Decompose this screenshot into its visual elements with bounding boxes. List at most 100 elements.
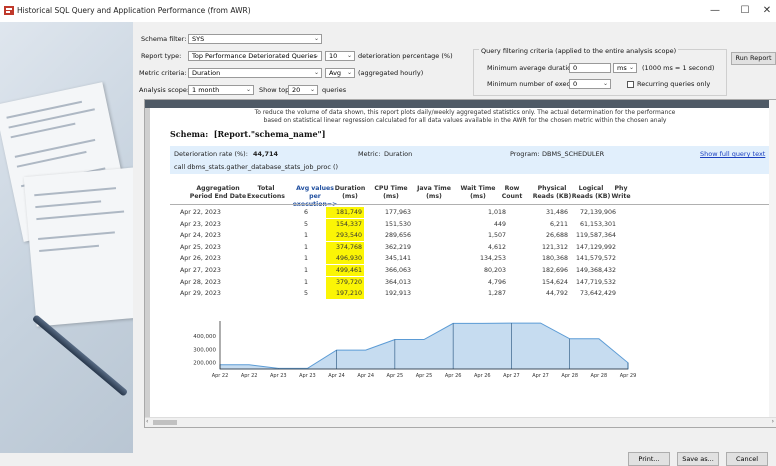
scroll-right-icon[interactable]: › <box>772 418 774 425</box>
scroll-left-icon[interactable]: ‹ <box>146 418 148 425</box>
analysis-scope-combo[interactable]: 1 month ⌄ <box>188 85 254 95</box>
report-page: To reduce the volume of data shown, this… <box>150 108 775 418</box>
column-header: CPU Time (ms) <box>374 185 408 200</box>
min-duration-input[interactable]: 0 <box>569 63 611 73</box>
value-cell: 26,688 <box>545 232 568 240</box>
value-cell: 6,211 <box>549 220 568 228</box>
date-cell: Apr 26, 2023 <box>180 255 221 263</box>
value-cell: 154,624 <box>541 278 568 286</box>
min-executions-stepper[interactable]: 0 ⌄ <box>569 79 611 89</box>
duration-area <box>219 322 629 370</box>
x-tick-label: Apr 25 <box>416 373 433 379</box>
program-label: Program: <box>510 150 540 158</box>
duration-unit-combo[interactable]: ms ⌄ <box>613 63 637 73</box>
cancel-button[interactable]: Cancel <box>726 452 768 466</box>
minimize-button[interactable]: — <box>700 0 730 22</box>
date-cell: Apr 27, 2023 <box>180 267 221 274</box>
report-type-label: Report type: <box>141 52 182 60</box>
schema-filter-label: Schema filter: <box>141 35 187 43</box>
value-cell: 121,312 <box>541 243 568 251</box>
report-viewer: To reduce the volume of data shown, this… <box>144 99 776 428</box>
table-row: Apr 25, 2023 1 374,768 362,219 4,612 121,312 1… <box>170 241 775 253</box>
y-tick-label: 300,000 <box>193 347 216 353</box>
rate-value: 44,714 <box>253 150 279 158</box>
table-row: Apr 22, 2023 6 181,749 177,963 1,018 31,486 72… <box>170 207 775 218</box>
chevron-down-icon: ⌄ <box>313 69 319 76</box>
save-as-button[interactable]: Save as... <box>677 452 719 466</box>
report-note: To reduce the volume of data shown, this… <box>160 109 770 125</box>
recurring-checkbox[interactable] <box>627 81 634 88</box>
table-row: Apr 23, 2023 5 154,337 151,530 449 6,211 61,15… <box>170 218 775 230</box>
value-cell: 6 <box>303 209 308 216</box>
x-tick-label: Apr 27 <box>532 373 549 379</box>
horizontal-scrollbar[interactable]: ‹ › <box>145 417 776 427</box>
query-filter-legend: Query filtering criteria (applied to the… <box>479 47 679 55</box>
x-tick-label: Apr 28 <box>561 373 578 379</box>
value-cell: 449 <box>493 220 506 228</box>
show-top-combo[interactable]: 20 ⌄ <box>288 85 318 95</box>
x-tick-label: Apr 27 <box>503 373 520 379</box>
x-tick-label: Apr 28 <box>591 373 608 379</box>
x-tick-label: Apr 26 <box>445 373 462 379</box>
date-cell: Apr 24, 2023 <box>180 232 221 240</box>
show-full-query-link[interactable]: Show full query text <box>700 150 765 158</box>
report-type-combo[interactable]: Top Performance Deteriorated Queries ⌄ <box>188 51 322 61</box>
deterioration-label: deterioration percentage (%) <box>358 52 453 60</box>
x-tick-label: Apr 29 <box>620 373 637 379</box>
duration-cell: 379,720 <box>326 276 364 288</box>
close-button[interactable]: ✕ <box>752 0 776 22</box>
duration-cell: 154,337 <box>326 218 364 230</box>
x-tick-label: Apr 22 <box>212 373 229 379</box>
x-tick-label: Apr 25 <box>387 373 404 379</box>
value-cell: 151,530 <box>384 220 411 228</box>
deterioration-combo[interactable]: 10 ⌄ <box>325 51 355 61</box>
queries-label: queries <box>322 86 347 94</box>
report-note-line1: To reduce the volume of data shown, this… <box>254 109 676 116</box>
metric-combo[interactable]: Duration ⌄ <box>188 68 322 78</box>
value-cell: 147,129,992 <box>575 243 616 251</box>
value-cell: 1 <box>303 243 308 251</box>
duration-cell: 181,749 <box>326 207 364 218</box>
chevron-down-icon: ⌄ <box>313 52 319 59</box>
column-header: Row Count <box>501 185 523 200</box>
vertical-scrollbar[interactable] <box>769 100 776 418</box>
schema-label: Schema: <box>170 129 209 139</box>
schema-filter-combo[interactable]: SYS ⌄ <box>188 34 322 44</box>
chevron-down-icon: ⌄ <box>309 86 315 93</box>
value-cell: 366,063 <box>384 267 411 274</box>
value-cell: 180,368 <box>541 255 568 263</box>
value-cell: 61,153,301 <box>579 220 616 228</box>
value-cell: 1 <box>303 255 308 263</box>
date-cell: Apr 22, 2023 <box>180 209 221 216</box>
value-cell: 362,219 <box>384 243 411 251</box>
metric-value: Duration <box>384 150 413 158</box>
value-cell: 80,203 <box>483 267 506 274</box>
query-info-box: Deterioration rate (%): 44,714 Metric: D… <box>170 146 775 174</box>
rate-label: Deterioration rate (%): <box>174 150 248 158</box>
value-cell: 364,013 <box>384 278 411 286</box>
value-cell: 72,139,906 <box>579 209 616 216</box>
table-row: Apr 29, 2023 5 197,210 192,913 1,287 44,792 73… <box>170 288 775 300</box>
value-cell: 1 <box>303 232 308 240</box>
value-cell: 1,507 <box>487 232 506 240</box>
table-row: Apr 24, 2023 1 293,540 289,656 1,507 26,688 11… <box>170 230 775 242</box>
run-report-button[interactable]: Run Report <box>731 52 776 65</box>
duration-cell: 197,210 <box>326 288 364 300</box>
duration-cell: 374,768 <box>326 241 364 253</box>
aggregation-combo[interactable]: Avg ⌄ <box>325 68 355 78</box>
print-button[interactable]: Print... <box>628 452 670 466</box>
query-text: call dbms_stats.gather_database_stats_jo… <box>174 163 339 171</box>
column-header: Aggregation Period End Date <box>189 185 247 200</box>
schema-value: [Report."schema_name"] <box>213 129 326 139</box>
aggregation-label: (aggregated hourly) <box>358 69 424 77</box>
date-cell: Apr 25, 2023 <box>180 243 221 251</box>
value-cell: 1,287 <box>487 290 506 298</box>
x-tick-label: Apr 23 <box>270 373 287 379</box>
scroll-thumb[interactable] <box>153 420 177 425</box>
recurring-label: Recurring queries only <box>637 80 711 88</box>
min-duration-label: Minimum average duration: <box>487 64 578 72</box>
value-cell: 289,656 <box>384 232 411 240</box>
x-tick-label: Apr 26 <box>474 373 491 379</box>
chevron-down-icon: ⌄ <box>346 52 352 59</box>
value-cell: 31,486 <box>545 209 568 216</box>
